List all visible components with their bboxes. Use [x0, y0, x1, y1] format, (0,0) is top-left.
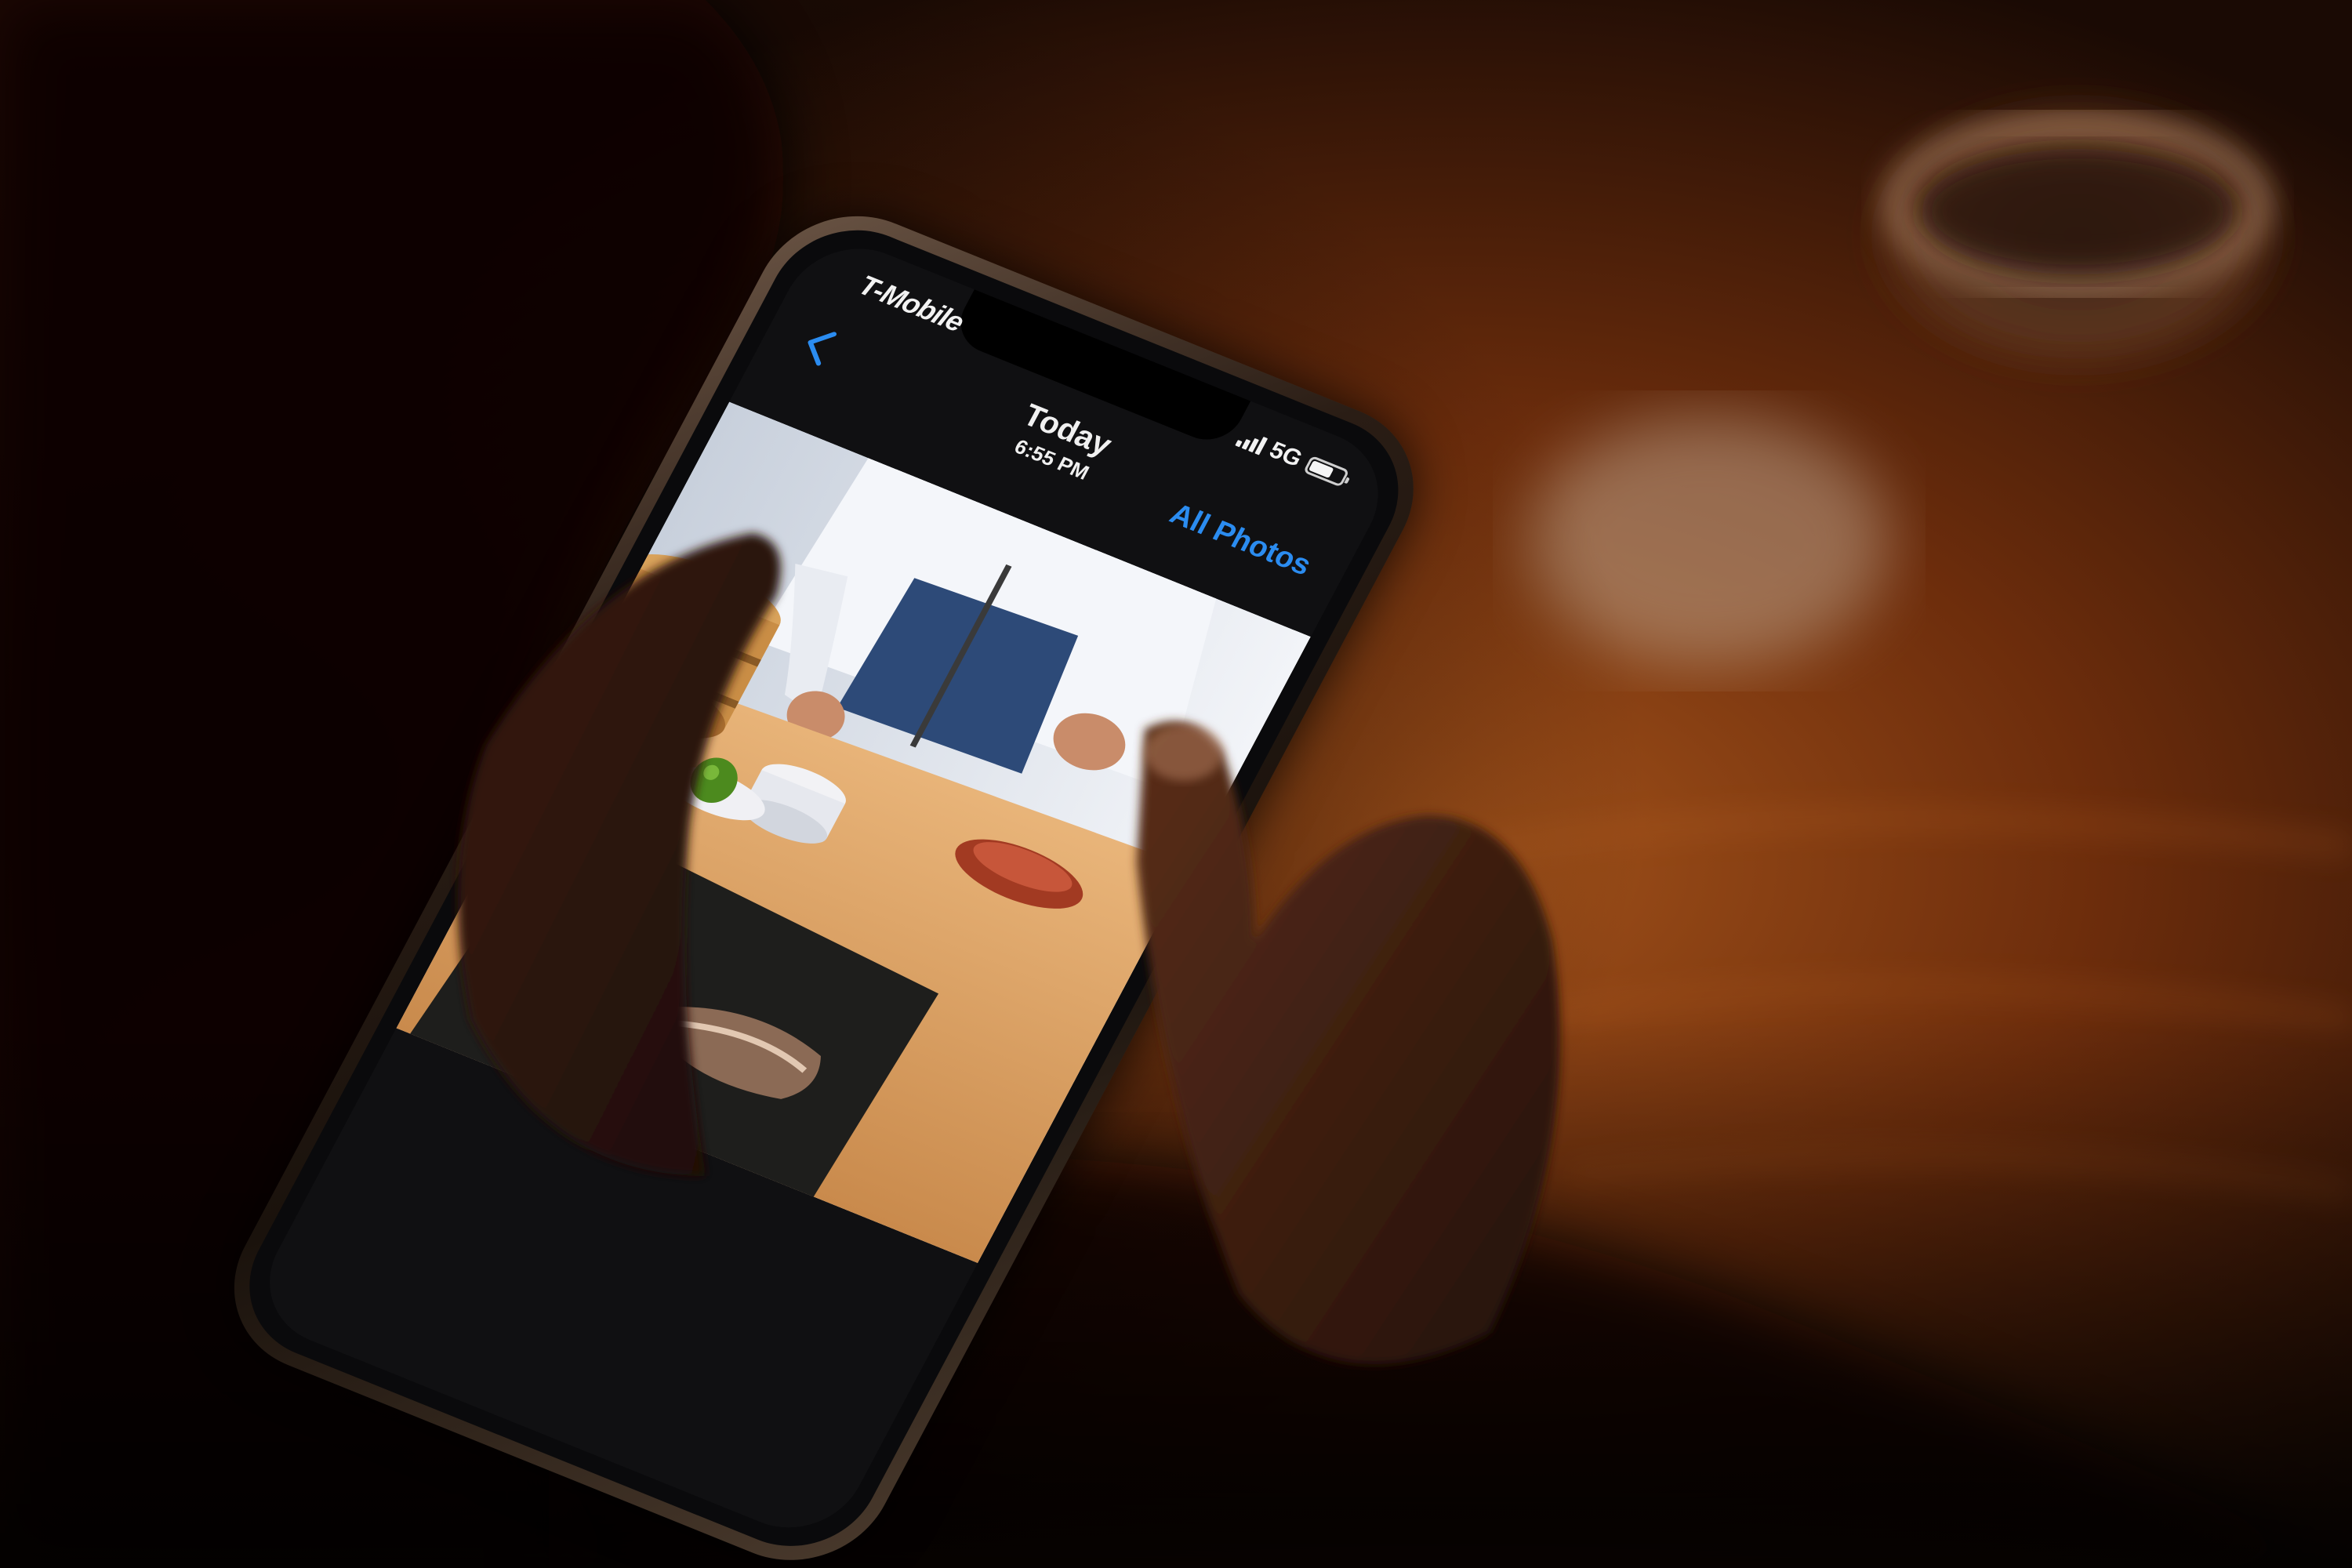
network-label: 5G	[1265, 437, 1307, 472]
battery-fill	[1308, 460, 1334, 479]
battery-icon	[1302, 455, 1350, 488]
signal-icon	[1235, 427, 1269, 456]
photo-scene: T-Mobile 5G Today 6:55 PM All Photos	[0, 0, 2352, 1568]
